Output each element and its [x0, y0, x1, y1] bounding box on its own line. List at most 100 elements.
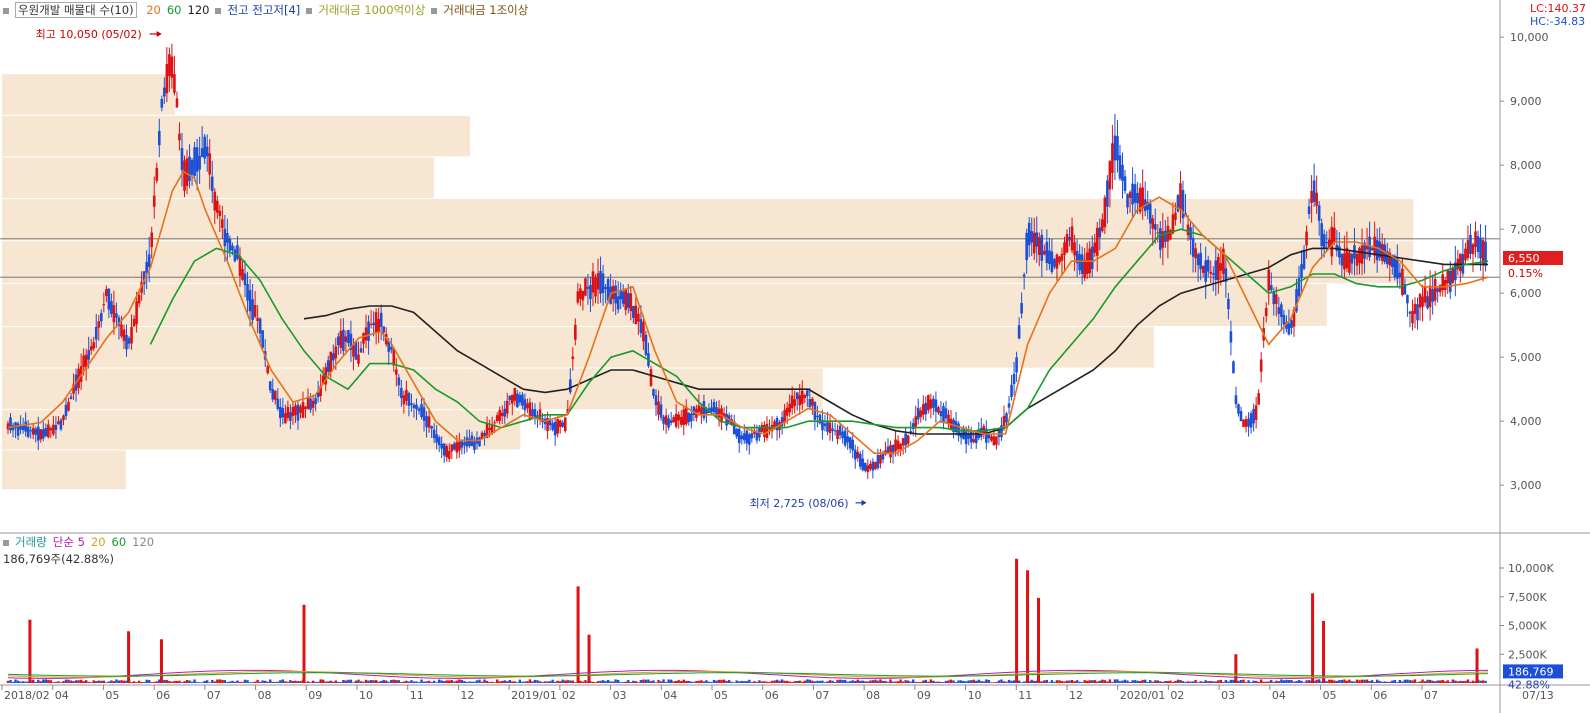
candle-body	[216, 201, 219, 213]
candle-body	[740, 435, 743, 439]
x-tick-label: 07	[207, 689, 221, 702]
candle-body	[302, 402, 305, 418]
candle-body	[682, 409, 685, 425]
volume-bar	[569, 680, 571, 683]
candle-body	[1116, 136, 1119, 160]
volume-bar	[1482, 680, 1484, 683]
candle-body	[196, 147, 199, 172]
candle-body	[713, 402, 716, 412]
volume-spike	[1037, 598, 1040, 683]
volume-bar	[1063, 681, 1065, 683]
volume-bar	[1333, 680, 1335, 683]
candle-body	[483, 433, 486, 436]
volume-bar	[1386, 682, 1388, 683]
volume-bar	[1290, 680, 1292, 683]
candle-body	[453, 444, 456, 450]
candle-body	[614, 286, 617, 304]
candle-body	[622, 291, 625, 303]
candle-body	[1230, 331, 1233, 342]
candle-body	[163, 88, 166, 97]
volume-bar	[410, 680, 412, 683]
volume-bar	[892, 682, 894, 683]
candle-body	[859, 454, 862, 467]
candle-body	[123, 330, 126, 341]
candle-body	[377, 319, 380, 332]
volume-bar	[652, 680, 654, 683]
volume-bar	[675, 681, 677, 683]
volume-bar	[211, 680, 213, 683]
volume-bar	[975, 681, 977, 683]
candle-body	[186, 158, 189, 185]
volume-bar	[741, 681, 743, 683]
candle-body	[410, 403, 413, 405]
volume-bar	[733, 682, 735, 683]
candle-body	[1290, 320, 1293, 328]
volume-bar	[206, 680, 208, 683]
volume-bar	[617, 680, 619, 683]
volume-bar	[799, 681, 801, 683]
volume-bar	[234, 682, 236, 683]
volume-bar	[72, 681, 74, 683]
volume-bar	[1401, 681, 1403, 683]
candle-body	[1121, 165, 1124, 181]
volume-bar	[1056, 680, 1058, 683]
volume-bar	[1061, 681, 1063, 683]
volume-bar	[133, 681, 135, 683]
volume-bar	[24, 682, 26, 683]
candle-body	[1441, 274, 1444, 290]
volume-bar	[219, 679, 221, 683]
volume-bar	[1394, 680, 1396, 683]
candle-body	[940, 411, 943, 416]
volume-bar	[514, 681, 516, 683]
candle-body	[1454, 263, 1457, 281]
volume-bar	[897, 681, 899, 683]
volume-bar	[599, 681, 601, 683]
volume-bar	[1255, 681, 1257, 683]
candle-body	[1330, 227, 1333, 256]
candle-body	[882, 453, 885, 459]
volume-bar	[725, 681, 727, 683]
candle-body	[1109, 161, 1112, 189]
volume-bar	[821, 681, 823, 683]
low-annotation: 최저 2,725 (08/06)	[749, 497, 848, 510]
candle-body	[1015, 357, 1018, 372]
candle-body	[1073, 242, 1076, 255]
volume-bar	[1046, 680, 1048, 683]
volume-bar	[1472, 681, 1474, 683]
candle-body	[856, 452, 859, 458]
volume-bar	[879, 679, 881, 683]
candle-body	[914, 416, 917, 426]
volume-bar	[1164, 681, 1166, 683]
candle-body	[430, 426, 433, 429]
volume-bar	[50, 680, 52, 683]
volume-bar	[1257, 682, 1259, 683]
candle-body	[103, 304, 106, 305]
volume-bar	[1177, 680, 1179, 683]
candle-body	[1068, 237, 1071, 241]
volume-bar	[325, 682, 327, 683]
volume-bar	[1343, 679, 1345, 683]
candle-body	[1093, 243, 1096, 253]
candle-body	[844, 431, 847, 446]
volume-bar	[597, 681, 599, 683]
volume-bar	[730, 682, 732, 683]
volume-bar	[284, 681, 286, 683]
volume-bar	[804, 681, 806, 683]
candle-body	[1399, 273, 1402, 278]
volume-bar	[1295, 681, 1297, 683]
volume-bar	[1346, 681, 1348, 683]
volume-bar	[188, 680, 190, 683]
volume-bar	[811, 681, 813, 683]
candle-body	[1056, 254, 1059, 268]
candle-body	[632, 306, 635, 318]
candle-body	[1131, 184, 1134, 205]
volume-bar	[1396, 682, 1398, 683]
volume-bar	[352, 682, 354, 683]
candle-body	[120, 324, 123, 336]
volume-bar	[226, 682, 228, 683]
volume-spike	[1234, 654, 1237, 683]
candle-body	[642, 322, 645, 341]
volume-bar	[862, 681, 864, 683]
candle-body	[1129, 192, 1132, 198]
candle-body	[1086, 253, 1089, 274]
